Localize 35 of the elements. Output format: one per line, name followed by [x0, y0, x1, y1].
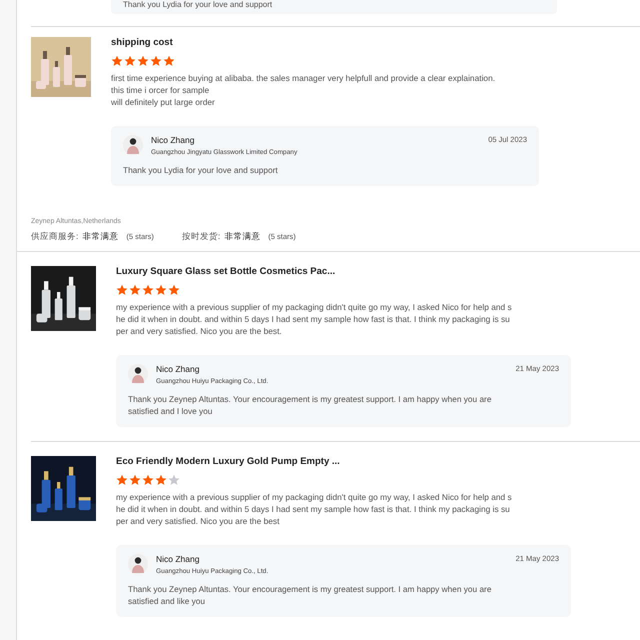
- seller-name: Nico Zhang: [156, 364, 200, 374]
- product-title[interactable]: Luxury Square Glass set Bottle Cosmetics Pac...: [116, 266, 571, 277]
- star-icon: [142, 284, 154, 296]
- star-icon: [116, 284, 128, 296]
- reply-text: Thank you Lydia for your love and support: [123, 164, 279, 176]
- star-icon: [142, 474, 154, 486]
- reply-text: Thank you Zeynep Altuntas. Your encouragement is my greatest support. I am happy when you are satisfied and like you: [128, 583, 492, 607]
- avatar-icon: [128, 554, 148, 574]
- review-text: my experience with a previous supplier of my packaging didn't quite go my way, I asked Nico for help and s he did it when in doubt. and within 5 days I had sent my sample how fast is that. I think my packaging is su per and very satisfied. Nico you are the best.: [116, 301, 513, 337]
- rating-label: 供应商服务:: [31, 231, 78, 243]
- rating-label: 按时发货:: [182, 231, 220, 243]
- review-text: my experience with a previous supplier of my packaging didn't quite go my way, I asked Nico for help and s he did it when in doubt. and within 5 days I had sent my sample how fast is that. I think my packaging is su per and very satisfied. Nico you are the best: [116, 491, 513, 527]
- avatar-icon: [128, 364, 148, 384]
- avatar-icon: [123, 135, 143, 155]
- star-icon: [155, 474, 167, 486]
- star-icon: [111, 55, 123, 67]
- star-icon: [129, 474, 141, 486]
- rating-value: 非常满意: [82, 231, 118, 243]
- star-icon: [155, 284, 167, 296]
- product-title[interactable]: shipping cost: [111, 37, 539, 48]
- product-title[interactable]: Eco Friendly Modern Luxury Gold Pump Empty ...: [116, 456, 571, 467]
- seller-name: Nico Zhang: [156, 554, 200, 564]
- star-icon: [168, 284, 180, 296]
- reply-text: Thank you Zeynep Altuntas. Your encouragement is my greatest support. I am happy when you are satisfied and I love you: [128, 393, 492, 417]
- star-icon: [137, 55, 149, 67]
- review-text: first time experience buying at alibaba. the sales manager very helpfull and provide a clear explaination. this time i orcer for sample will definitely put large order: [111, 72, 496, 108]
- rating-value: 非常满意: [224, 231, 260, 243]
- star-icon: [124, 55, 136, 67]
- seller-name: Nico Zhang: [151, 135, 196, 145]
- star-icon: [129, 284, 141, 296]
- star-icon: [168, 474, 180, 486]
- star-icon: [163, 55, 175, 67]
- star-icon: [150, 55, 162, 67]
- reply-text: Thank you Lydia for your love and support: [123, 0, 274, 9]
- star-icon: [116, 474, 128, 486]
